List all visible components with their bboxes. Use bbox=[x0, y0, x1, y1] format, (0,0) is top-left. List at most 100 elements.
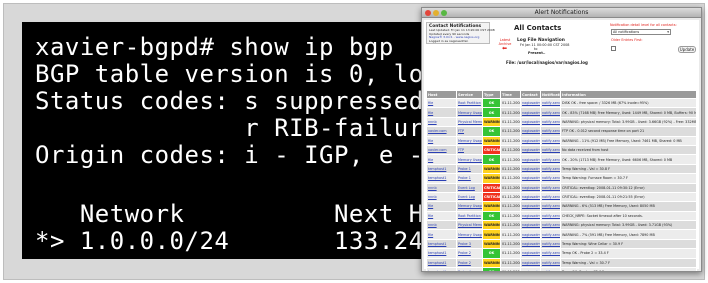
time-cell: 01-11-2008 10:09:41 bbox=[500, 126, 521, 137]
table-row: temphost1Probe 1WARNING01-11-2008 09:39:… bbox=[426, 173, 697, 184]
contact-link[interactable]: nagiosadmin bbox=[520, 201, 541, 212]
contact-link[interactable]: nagiosadmin bbox=[520, 154, 541, 165]
service-link[interactable]: FTP bbox=[456, 144, 483, 156]
command-link[interactable]: notify-service-by-email bbox=[540, 257, 561, 269]
command-link[interactable]: notify-service-by-email bbox=[540, 135, 561, 146]
older-first-checkbox[interactable] bbox=[611, 46, 616, 51]
service-link[interactable]: Probe 2 bbox=[456, 248, 483, 259]
command-link[interactable]: notify-service-by-email bbox=[540, 238, 561, 250]
host-link[interactable]: temphost1 bbox=[426, 173, 457, 184]
service-link[interactable]: Physical Memory bbox=[456, 116, 483, 128]
contact-link[interactable]: nagiosadmin bbox=[520, 229, 541, 240]
status-badge: OK bbox=[482, 154, 501, 165]
command-link[interactable]: notify-service-by-email bbox=[540, 107, 561, 118]
contact-link[interactable]: nagiosadmin bbox=[520, 267, 541, 271]
host-link[interactable]: file bbox=[426, 97, 457, 109]
host-link[interactable]: file bbox=[426, 154, 457, 165]
host-link[interactable]: file bbox=[426, 107, 457, 118]
service-link[interactable]: FTP bbox=[456, 126, 483, 137]
host-link[interactable]: file bbox=[426, 135, 457, 146]
contact-link[interactable]: nagiosadmin bbox=[520, 173, 541, 184]
command-link[interactable]: notify-service-by-email bbox=[540, 191, 561, 203]
contact-link[interactable]: nagiosadmin bbox=[520, 116, 541, 128]
host-link[interactable]: temphost1 bbox=[426, 238, 457, 250]
service-link[interactable]: Memory Usage bbox=[456, 154, 483, 165]
host-link[interactable]: xavier.com bbox=[426, 144, 457, 156]
terminal-line: r RIB-failure bbox=[35, 114, 439, 142]
service-link[interactable]: Probe 1 bbox=[456, 163, 483, 175]
host-link[interactable]: nnnb bbox=[426, 116, 457, 128]
time-cell: 01-11-2008 09:11:02 bbox=[500, 229, 521, 240]
service-link[interactable]: Event Log bbox=[456, 191, 483, 203]
command-link[interactable]: notify-service-by-email bbox=[540, 154, 561, 165]
service-link[interactable]: Memory Usage bbox=[456, 135, 483, 146]
terminal-line: Status codes: s suppressed, bbox=[35, 87, 439, 115]
command-link[interactable]: notify-service-by-email bbox=[540, 201, 561, 212]
info-cell: CHECK_NRPE: Socket timeout after 10 seco… bbox=[560, 210, 697, 222]
contact-link[interactable]: nagiosadmin bbox=[520, 248, 541, 259]
command-link[interactable]: notify-service-by-email bbox=[540, 163, 561, 175]
service-link[interactable]: Root Partition bbox=[456, 210, 483, 222]
host-link[interactable]: file bbox=[426, 210, 457, 222]
info-cell: WARNING - 6% (513 MB) Free Memory, Used:… bbox=[560, 201, 697, 212]
contact-link[interactable]: nagiosadmin bbox=[520, 210, 541, 222]
info-cell: CRITICAL: eventlog: 2008-01-11 09:21:55 … bbox=[560, 191, 697, 203]
command-link[interactable]: notify-service-by-email bbox=[540, 229, 561, 240]
status-badge: WARNING bbox=[482, 257, 501, 269]
status-badge: WARNING bbox=[482, 229, 501, 240]
host-link[interactable]: nnnb bbox=[426, 191, 457, 203]
command-link[interactable]: notify-service-by-email bbox=[540, 210, 561, 222]
command-link[interactable]: notify-service-by-email bbox=[540, 248, 561, 259]
command-link[interactable]: notify-service-by-email bbox=[540, 267, 561, 271]
service-link[interactable]: Event Log bbox=[456, 182, 483, 193]
contact-link[interactable]: nagiosadmin bbox=[520, 238, 541, 250]
time-cell: 01-11-2008 10:05:57 bbox=[500, 135, 521, 146]
host-link[interactable]: nnnb bbox=[426, 182, 457, 193]
contact-link[interactable]: nagiosadmin bbox=[520, 257, 541, 269]
command-link[interactable]: notify-service-by-email bbox=[540, 173, 561, 184]
arrow-left-icon[interactable]: ⬅ bbox=[502, 46, 507, 52]
status-badge: WARNING bbox=[482, 163, 501, 175]
contact-link[interactable]: nagiosadmin bbox=[520, 191, 541, 203]
command-link[interactable]: notify-service-by-email bbox=[540, 220, 561, 231]
command-link[interactable]: notify-service-by-email bbox=[540, 144, 561, 156]
command-link[interactable]: notify-service-by-email bbox=[540, 116, 561, 128]
host-link[interactable]: nnnb bbox=[426, 220, 457, 231]
contact-link[interactable]: nagiosadmin bbox=[520, 182, 541, 193]
contact-link[interactable]: nagiosadmin bbox=[520, 126, 541, 137]
service-link[interactable]: Memory Usage bbox=[456, 107, 483, 118]
notifications-table: HostServiceTypeTimeContactNotification C… bbox=[426, 90, 697, 271]
host-link[interactable]: xavier.com bbox=[426, 126, 457, 137]
command-link[interactable]: notify-service-by-email bbox=[540, 97, 561, 109]
service-link[interactable]: Probe 2 bbox=[456, 257, 483, 269]
alert-notifications-window[interactable]: Alert Notifications Contact Notification… bbox=[421, 7, 702, 272]
service-link[interactable]: Memory Usage bbox=[456, 201, 483, 212]
log-nav-start: Fri Jan 11 00:00:00 CST 2008 bbox=[520, 43, 570, 47]
contact-link[interactable]: nagiosadmin bbox=[520, 144, 541, 156]
host-link[interactable]: temphost1 bbox=[426, 248, 457, 259]
host-link[interactable]: temphost1 bbox=[426, 257, 457, 269]
service-link[interactable]: Probe 4 bbox=[456, 267, 483, 271]
update-button[interactable]: Update bbox=[678, 46, 696, 53]
service-link[interactable]: Root Partition bbox=[456, 97, 483, 109]
contact-link[interactable]: nagiosadmin bbox=[520, 97, 541, 109]
detail-level-select[interactable]: All notifications ▾ bbox=[611, 29, 671, 35]
terminal-line: Network Next Ho bbox=[35, 200, 439, 228]
command-link[interactable]: notify-service-by-email bbox=[540, 126, 561, 137]
window-titlebar[interactable]: Alert Notifications bbox=[422, 8, 701, 18]
info-cell: WARNING - 11% (912 MB) Free Memory, Used… bbox=[560, 135, 697, 146]
command-link[interactable]: notify-service-by-email bbox=[540, 182, 561, 193]
host-link[interactable]: temphost1 bbox=[426, 267, 457, 271]
contact-link[interactable]: nagiosadmin bbox=[520, 135, 541, 146]
service-link[interactable]: Probe 1 bbox=[456, 173, 483, 184]
service-link[interactable]: Memory Usage bbox=[456, 229, 483, 240]
contact-link[interactable]: nagiosadmin bbox=[520, 163, 541, 175]
host-link[interactable]: file bbox=[426, 201, 457, 212]
info-cell: WARNING: physical memory: Total: 3.99GB … bbox=[560, 116, 697, 128]
host-link[interactable]: temphost1 bbox=[426, 163, 457, 175]
service-link[interactable]: Physical Memory bbox=[456, 220, 483, 231]
host-link[interactable]: file bbox=[426, 229, 457, 240]
contact-link[interactable]: nagiosadmin bbox=[520, 107, 541, 118]
contact-link[interactable]: nagiosadmin bbox=[520, 220, 541, 231]
service-link[interactable]: Probe 3 bbox=[456, 238, 483, 250]
